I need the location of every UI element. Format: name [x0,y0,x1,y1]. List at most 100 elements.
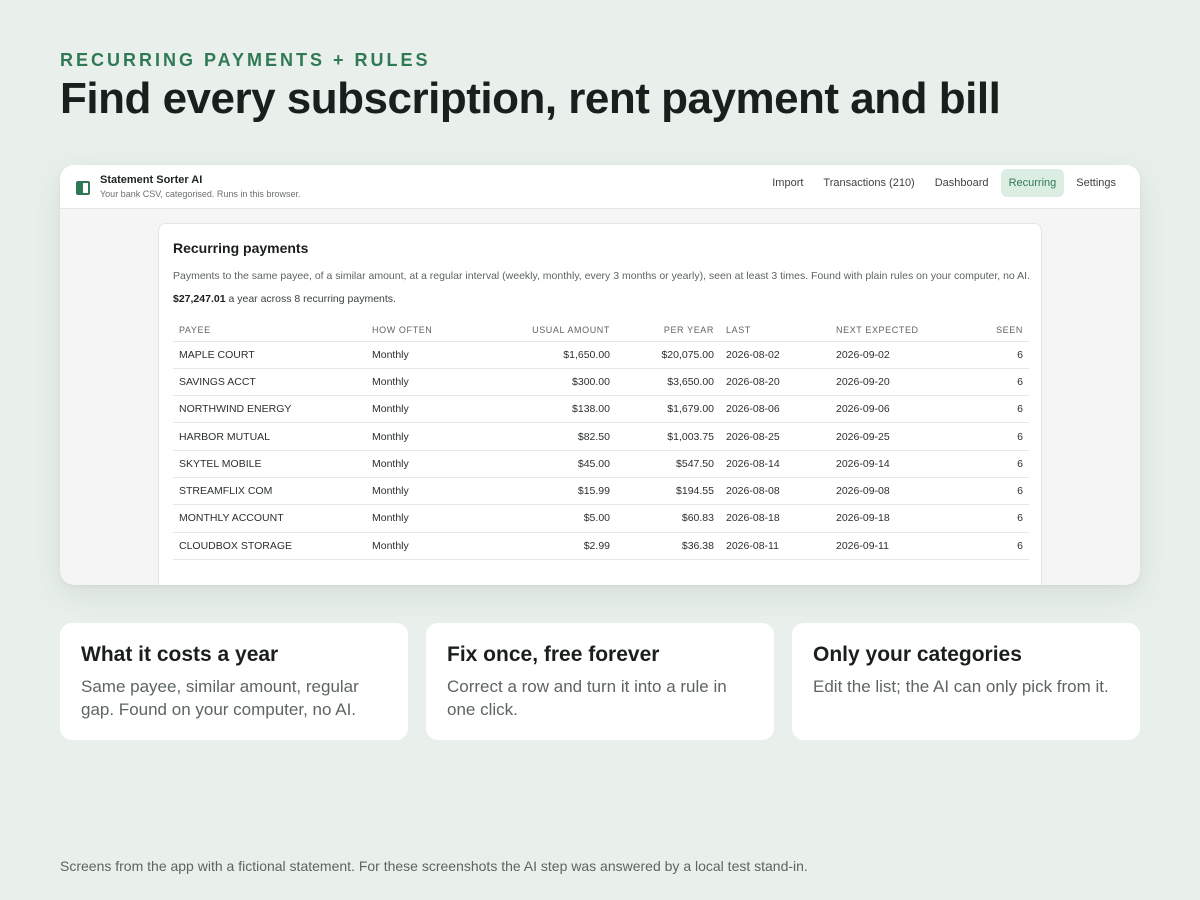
cell-how-often: Monthly [366,477,476,506]
cell-seen: 6 [960,504,1029,533]
feature-card: Fix once, free forever Correct a row and… [426,623,774,740]
cell-per-year: $60.83 [616,504,720,533]
feature-title: Fix once, free forever [447,643,660,666]
feature-card: Only your categories Edit the list; the … [792,623,1140,740]
cell-next-expected: 2026-09-11 [830,532,960,560]
cell-usual-amount: $300.00 [476,368,616,397]
recurring-table: PAYEE HOW OFTEN USUAL AMOUNT PER YEAR LA… [173,319,1029,560]
nav-transactions[interactable]: Transactions (210) [815,169,922,197]
cell-payee: MAPLE COURT [173,341,366,369]
cell-seen: 6 [960,422,1029,451]
cell-per-year: $547.50 [616,450,720,478]
cell-next-expected: 2026-09-02 [830,341,960,369]
table-row[interactable]: CLOUDBOX STORAGE Monthly $2.99 $36.38 2026-0… [173,532,1029,560]
table-row[interactable]: MAPLE COURT Monthly $1,650.00 $20,075.00 202… [173,341,1029,369]
table-row[interactable]: NORTHWIND ENERGY Monthly $138.00 $1,679.00 2… [173,395,1029,424]
col-seen[interactable]: SEEN [960,319,1029,342]
cell-next-expected: 2026-09-06 [830,395,960,424]
nav-recurring[interactable]: Recurring [1000,169,1065,197]
cell-next-expected: 2026-09-08 [830,477,960,506]
recurring-card: Recurring payments Payments to the same … [158,223,1042,585]
col-per-year[interactable]: PER YEAR [616,319,720,342]
cell-last: 2026-08-18 [720,504,830,533]
nav-settings[interactable]: Settings [1068,169,1124,197]
cell-seen: 6 [960,450,1029,478]
cell-usual-amount: $138.00 [476,395,616,424]
cell-seen: 6 [960,395,1029,424]
cell-per-year: $1,679.00 [616,395,720,424]
feature-title: Only your categories [813,643,1022,666]
col-last[interactable]: LAST [720,319,830,342]
cell-usual-amount: $5.00 [476,504,616,533]
cell-usual-amount: $82.50 [476,422,616,451]
cell-per-year: $3,650.00 [616,368,720,397]
cell-next-expected: 2026-09-18 [830,504,960,533]
table-row[interactable]: SKYTEL MOBILE Monthly $45.00 $547.50 2026-08… [173,450,1029,478]
app-header: Statement Sorter AI Your bank CSV, categ… [60,165,1140,209]
recurring-description: Payments to the same payee, of a similar… [173,270,1030,282]
col-usual-amount[interactable]: USUAL AMOUNT [476,319,616,342]
cell-usual-amount: $15.99 [476,477,616,506]
cell-next-expected: 2026-09-20 [830,368,960,397]
cell-last: 2026-08-20 [720,368,830,397]
cell-last: 2026-08-25 [720,422,830,451]
cell-how-often: Monthly [366,504,476,533]
cell-seen: 6 [960,341,1029,369]
cell-usual-amount: $1,650.00 [476,341,616,369]
cell-payee: NORTHWIND ENERGY [173,395,366,424]
annual-total-suffix: a year across 8 recurring payments. [228,293,396,305]
cell-how-often: Monthly [366,450,476,478]
table-row[interactable]: SAVINGS ACCT Monthly $300.00 $3,650.00 2026-… [173,368,1029,397]
cell-how-often: Monthly [366,532,476,560]
cell-next-expected: 2026-09-14 [830,450,960,478]
cell-payee: SAVINGS ACCT [173,368,366,397]
nav-dashboard[interactable]: Dashboard [927,169,997,197]
nav-import[interactable]: Import [764,169,811,197]
cell-how-often: Monthly [366,395,476,424]
app-logo-icon [76,180,90,195]
table-header-row: PAYEE HOW OFTEN USUAL AMOUNT PER YEAR LA… [173,319,1029,342]
app-branding: Statement Sorter AI Your bank CSV, categ… [100,174,300,199]
table-row[interactable]: HARBOR MUTUAL Monthly $82.50 $1,003.75 2026-… [173,422,1029,451]
cell-how-often: Monthly [366,341,476,369]
table-row[interactable]: MONTHLY ACCOUNT Monthly $5.00 $60.83 2026-08… [173,504,1029,533]
table-row[interactable]: STREAMFLIX COM Monthly $15.99 $194.55 2026-0… [173,477,1029,506]
app-window: Statement Sorter AI Your bank CSV, categ… [60,165,1140,585]
cell-last: 2026-08-02 [720,341,830,369]
cell-last: 2026-08-11 [720,532,830,560]
app-name: Statement Sorter AI [100,174,203,186]
cell-last: 2026-08-06 [720,395,830,424]
cell-per-year: $20,075.00 [616,341,720,369]
col-payee[interactable]: PAYEE [173,319,366,342]
cell-per-year: $36.38 [616,532,720,560]
footnote: Screens from the app with a fictional st… [60,858,808,874]
cell-how-often: Monthly [366,368,476,397]
cell-usual-amount: $45.00 [476,450,616,478]
col-how-often[interactable]: HOW OFTEN [366,319,476,342]
feature-title: What it costs a year [81,643,279,666]
cell-seen: 6 [960,532,1029,560]
eyebrow-label: RECURRING PAYMENTS + RULES [60,50,431,70]
recurring-summary: $27,247.01 a year across 8 recurring pay… [173,293,1027,305]
feature-body: Same payee, similar amount, regular gap.… [81,677,359,719]
feature-body: Correct a row and turn it into a rule in… [447,677,727,719]
cell-last: 2026-08-08 [720,477,830,506]
feature-card: What it costs a year Same payee, similar… [60,623,408,740]
cell-payee: HARBOR MUTUAL [173,422,366,451]
cell-per-year: $1,003.75 [616,422,720,451]
recurring-title: Recurring payments [173,240,309,256]
annual-total: $27,247.01 [173,293,226,305]
cell-last: 2026-08-14 [720,450,830,478]
cell-how-often: Monthly [366,422,476,451]
col-next-expected[interactable]: NEXT EXPECTED [830,319,960,342]
app-subtitle: Your bank CSV, categorised. Runs in this… [100,189,301,199]
cell-next-expected: 2026-09-25 [830,422,960,451]
cell-usual-amount: $2.99 [476,532,616,560]
cell-seen: 6 [960,368,1029,397]
cell-payee: CLOUDBOX STORAGE [173,532,366,560]
page-headline: Find every subscription, rent payment an… [60,74,1001,123]
cell-payee: SKYTEL MOBILE [173,450,366,478]
cell-payee: STREAMFLIX COM [173,477,366,506]
cell-per-year: $194.55 [616,477,720,506]
feature-cards: What it costs a year Same payee, similar… [60,623,1140,740]
